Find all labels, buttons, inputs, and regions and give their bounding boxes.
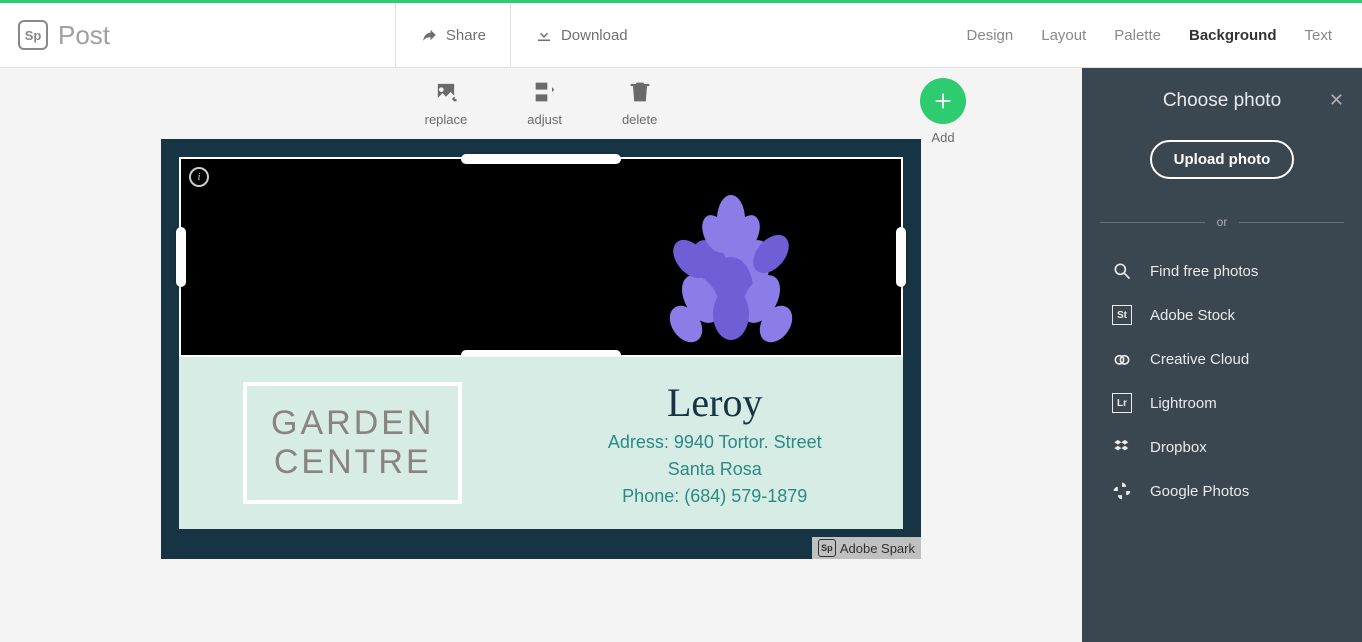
google-photos-icon (1112, 481, 1132, 501)
card-address[interactable]: Adress: 9940 Tortor. Street (608, 432, 822, 453)
share-icon (420, 26, 438, 44)
watermark[interactable]: Sp Adobe Spark (812, 537, 921, 559)
watermark-text: Adobe Spark (840, 541, 915, 556)
resize-handle-top[interactable] (461, 154, 621, 164)
source-creative-cloud[interactable]: Creative Cloud (1112, 349, 1344, 369)
creative-cloud-icon (1112, 349, 1132, 369)
source-lightroom[interactable]: Lr Lightroom (1112, 393, 1344, 413)
search-icon (1112, 261, 1132, 281)
download-button[interactable]: Download (510, 3, 652, 68)
resize-handle-right[interactable] (896, 227, 906, 287)
tab-background[interactable]: Background (1189, 27, 1277, 44)
add-button[interactable] (920, 78, 966, 124)
design-canvas[interactable]: i (161, 139, 921, 559)
divider: or (1100, 215, 1344, 229)
upload-photo-button[interactable]: Upload photo (1150, 140, 1295, 179)
add-label: Add (931, 130, 954, 145)
source-label: Dropbox (1150, 439, 1207, 456)
source-adobe-stock[interactable]: St Adobe Stock (1112, 305, 1344, 325)
flower-photo (621, 159, 841, 359)
source-label: Find free photos (1150, 263, 1258, 280)
tab-design[interactable]: Design (967, 27, 1014, 44)
source-label: Lightroom (1150, 395, 1217, 412)
replace-label: replace (425, 112, 468, 127)
source-find-free-photos[interactable]: Find free photos (1112, 261, 1344, 281)
tab-text[interactable]: Text (1305, 27, 1333, 44)
delete-tool[interactable]: delete (622, 78, 657, 127)
sidebar-title: Choose photo (1163, 90, 1281, 112)
spark-badge-icon: Sp (818, 539, 836, 557)
source-label: Google Photos (1150, 483, 1249, 500)
dropbox-icon (1112, 437, 1132, 457)
adjust-icon (531, 78, 559, 106)
close-icon[interactable]: ✕ (1329, 90, 1344, 111)
lightroom-icon: Lr (1112, 393, 1132, 413)
card-city[interactable]: Santa Rosa (668, 459, 762, 480)
photo-frame[interactable]: i (179, 157, 903, 357)
resize-handle-left[interactable] (176, 227, 186, 287)
tab-palette[interactable]: Palette (1114, 27, 1161, 44)
top-tabs: Design Layout Palette Background Text (937, 27, 1362, 44)
card-lower-panel: GARDEN CENTRE Leroy Adress: 9940 Tortor.… (179, 357, 903, 529)
garden-centre-box[interactable]: GARDEN CENTRE (243, 382, 462, 504)
info-icon[interactable]: i (189, 167, 209, 187)
canvas-area: replace adjust delete Add i (0, 68, 1082, 642)
plus-icon (932, 90, 954, 112)
download-label: Download (561, 27, 628, 44)
share-label: Share (446, 27, 486, 44)
replace-icon (432, 78, 460, 106)
app-logo: Sp Post (0, 20, 110, 51)
replace-tool[interactable]: replace (425, 78, 468, 127)
source-label: Adobe Stock (1150, 307, 1235, 324)
source-dropbox[interactable]: Dropbox (1112, 437, 1344, 457)
canvas-toolbar: replace adjust delete Add (161, 78, 921, 127)
tab-layout[interactable]: Layout (1041, 27, 1086, 44)
adjust-label: adjust (527, 112, 562, 127)
top-bar: Sp Post Share Download Design Layout Pal… (0, 3, 1362, 68)
stock-icon: St (1112, 305, 1132, 325)
box-line-1: GARDEN (271, 404, 434, 443)
spark-logo-icon: Sp (18, 20, 48, 50)
download-icon (535, 26, 553, 44)
source-label: Creative Cloud (1150, 351, 1249, 368)
sidebar-panel: Choose photo ✕ Upload photo or Find free… (1082, 68, 1362, 642)
box-line-2: CENTRE (271, 443, 434, 482)
app-title: Post (58, 20, 110, 51)
delete-label: delete (622, 112, 657, 127)
delete-icon (626, 78, 654, 106)
source-google-photos[interactable]: Google Photos (1112, 481, 1344, 501)
share-button[interactable]: Share (395, 3, 510, 68)
adjust-tool[interactable]: adjust (527, 78, 562, 127)
card-name[interactable]: Leroy (667, 379, 763, 426)
divider-or: or (1217, 215, 1228, 229)
card-phone[interactable]: Phone: (684) 579-1879 (622, 486, 807, 507)
